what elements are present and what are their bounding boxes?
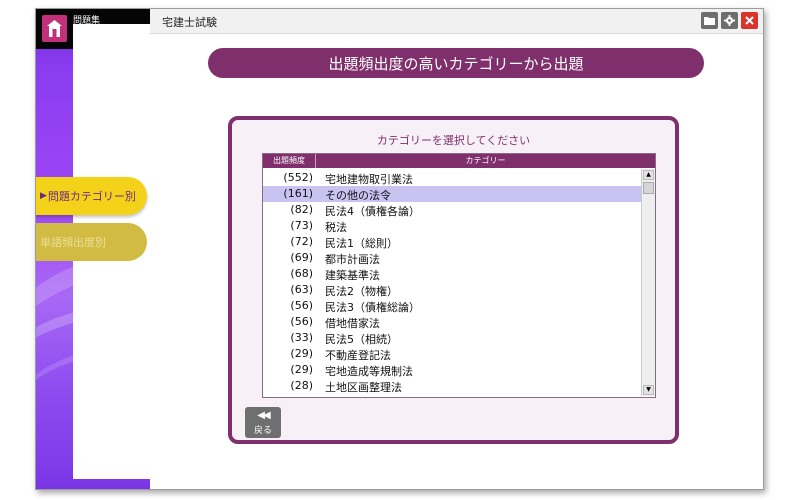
- nav-word-frequency[interactable]: 単語頻出度別: [36, 223, 147, 261]
- app-window: 問題集 傾向と対策 ▶ 問題カテゴリー別 単語頻出度別 宅建士試験 出題頻出度の…: [35, 8, 764, 490]
- back-button[interactable]: ◀◀ 戻る: [245, 407, 281, 438]
- back-label: 戻る: [253, 426, 272, 436]
- folder-icon[interactable]: [701, 12, 718, 29]
- page-title: 出題頻出度の高いカテゴリーから出題: [208, 48, 704, 78]
- close-icon[interactable]: [741, 12, 758, 29]
- list-item[interactable]: (63) 民法2（物権）: [263, 282, 641, 298]
- list-item[interactable]: (72) 民法1（総則）: [263, 234, 641, 250]
- list-item[interactable]: (82) 民法4（債権各論）: [263, 202, 641, 218]
- nav-category-label: 問題カテゴリー別: [47, 190, 136, 203]
- main-content: 出題頻出度の高いカテゴリーから出題 カテゴリーを選択してください 出題頻度 カテ…: [150, 34, 763, 489]
- list-item[interactable]: (28) 土地区画整理法: [263, 378, 641, 394]
- list-item[interactable]: (73) 税法: [263, 218, 641, 234]
- category-panel: カテゴリーを選択してください 出題頻度 カテゴリー (552) 宅地建物取引業法 …: [228, 116, 679, 444]
- list-item[interactable]: (29) 不動産登記法: [263, 346, 641, 362]
- house-icon: [42, 15, 67, 42]
- list-header: 出題頻度 カテゴリー: [263, 154, 655, 168]
- list-item[interactable]: (56) 借地借家法: [263, 314, 641, 330]
- nav-category[interactable]: ▶ 問題カテゴリー別: [36, 177, 147, 215]
- column-header-frequency: 出題頻度: [263, 154, 316, 168]
- rewind-icon: ◀◀: [257, 410, 270, 421]
- list-item[interactable]: (33) 民法5（相続）: [263, 330, 641, 346]
- column-header-category: カテゴリー: [465, 156, 506, 165]
- scroll-down-icon[interactable]: ▼: [643, 385, 654, 395]
- list-item[interactable]: (68) 建築基準法: [263, 266, 641, 282]
- list-item-selected[interactable]: (161) その他の法令: [263, 186, 641, 202]
- list-item[interactable]: (552) 宅地建物取引業法: [263, 170, 641, 186]
- category-list[interactable]: 出題頻度 カテゴリー (552) 宅地建物取引業法 (161) その他の法令 (82…: [262, 153, 656, 398]
- play-arrow-icon: ▶: [40, 191, 47, 201]
- list-item[interactable]: (29) 宅地造成等規制法: [263, 362, 641, 378]
- list-scrollbar[interactable]: ▲ ▼: [641, 169, 655, 396]
- list-rows: (552) 宅地建物取引業法 (161) その他の法令 (82) 民法4（債権各論） …: [263, 170, 641, 396]
- panel-caption: カテゴリーを選択してください: [376, 134, 531, 147]
- list-item[interactable]: (56) 民法3（債権総論）: [263, 298, 641, 314]
- window-title: 宅建士試験: [162, 16, 217, 29]
- title-bar: 宅建士試験: [150, 9, 763, 34]
- app-logo: 問題集 傾向と対策: [36, 9, 150, 479]
- scroll-thumb[interactable]: [643, 182, 654, 194]
- scroll-up-icon[interactable]: ▲: [643, 170, 654, 180]
- gear-icon[interactable]: [721, 12, 738, 29]
- sidebar: 問題集 傾向と対策 ▶ 問題カテゴリー別 単語頻出度別: [36, 9, 150, 489]
- list-item[interactable]: (69) 都市計画法: [263, 250, 641, 266]
- nav-word-frequency-label: 単語頻出度別: [40, 236, 106, 249]
